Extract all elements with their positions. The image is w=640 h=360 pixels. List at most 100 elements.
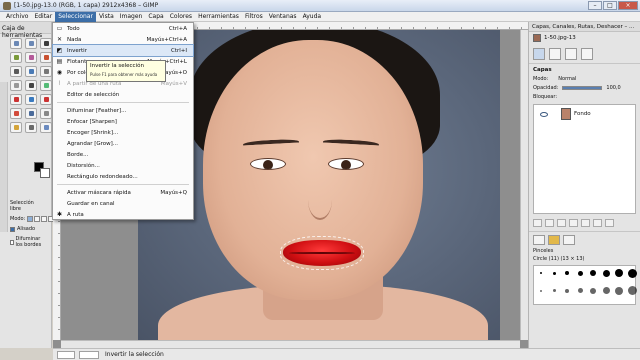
raise-layer-icon[interactable] <box>545 219 554 227</box>
background-color-swatch[interactable] <box>40 168 50 178</box>
feather-row[interactable]: Difuminar los bordes <box>0 234 52 250</box>
menu-capa[interactable]: Capa <box>145 12 166 22</box>
brush-swatch[interactable] <box>627 268 637 278</box>
measure-tool-icon[interactable] <box>10 80 22 91</box>
feather-checkbox[interactable] <box>10 239 14 245</box>
select-menu-item[interactable]: Borde... <box>53 149 193 160</box>
zoom-select[interactable] <box>79 350 99 359</box>
brush-swatch[interactable] <box>588 268 598 278</box>
opacity-slider[interactable] <box>562 85 603 90</box>
layer-row[interactable]: Fondo <box>534 107 635 121</box>
brush-swatch[interactable] <box>575 286 585 296</box>
brush-swatch[interactable] <box>575 268 585 278</box>
unit-select[interactable] <box>57 350 75 359</box>
layers-tab-icon[interactable] <box>533 48 545 60</box>
menu-ayuda[interactable]: Ayuda <box>300 12 325 22</box>
select-menu-item[interactable]: Difuminar [Feather]... <box>53 105 193 116</box>
menu-vista[interactable]: Vista <box>96 12 117 22</box>
select-menu-item[interactable]: ◩ Invertir Ctrl+I <box>52 44 194 57</box>
channels-tab-icon[interactable] <box>549 48 561 60</box>
undo-tab-icon[interactable] <box>581 48 593 60</box>
vertical-scrollbar[interactable] <box>520 30 528 340</box>
free-select-tool-icon[interactable] <box>40 38 52 49</box>
anchor-layer-icon[interactable] <box>581 219 590 227</box>
menu-herramientas[interactable]: Herramientas <box>195 12 242 22</box>
text-tool-icon[interactable] <box>10 122 22 133</box>
delete-layer-icon[interactable] <box>605 219 614 227</box>
paths-tab-icon[interactable] <box>565 48 577 60</box>
maximize-button[interactable]: □ <box>603 1 617 10</box>
image-selector[interactable]: 1-50.jpg-13 <box>529 32 640 44</box>
select-menu-item[interactable]: Activar máscara rápida Mayús+Q <box>53 187 193 198</box>
opacity-value[interactable]: 100,0 <box>606 85 620 91</box>
menu-seleccionar[interactable]: Seleccionar <box>55 11 96 22</box>
layer-mode-select[interactable]: Normal <box>558 76 576 82</box>
visibility-eye-icon[interactable] <box>540 111 548 117</box>
select-menu-item[interactable]: Enfocar [Sharpen] <box>53 116 193 127</box>
brush-swatch[interactable] <box>627 286 637 296</box>
duplicate-layer-icon[interactable] <box>569 219 578 227</box>
scale-tool-icon[interactable] <box>40 94 52 105</box>
close-button[interactable]: × <box>618 1 638 10</box>
select-menu-item[interactable]: Guardar en canal <box>53 198 193 209</box>
select-menu-item[interactable]: Agrandar [Grow]... <box>53 138 193 149</box>
brush-swatch[interactable] <box>614 268 624 278</box>
menu-archivo[interactable]: Archivo <box>3 12 31 22</box>
menu-filtros[interactable]: Filtros <box>242 12 266 22</box>
select-menu-item[interactable]: Encoger [Shrink]... <box>53 127 193 138</box>
blend-tool-icon[interactable] <box>40 122 52 133</box>
zoom-tool-icon[interactable] <box>40 66 52 77</box>
color-select-tool-icon[interactable] <box>25 52 37 63</box>
shear-tool-icon[interactable] <box>10 108 22 119</box>
layers-list[interactable]: Fondo <box>533 104 636 214</box>
brush-swatch[interactable] <box>562 286 572 296</box>
select-menu-item[interactable]: Distorsión... <box>53 160 193 171</box>
mode-replace-icon[interactable] <box>27 216 34 222</box>
mode-subtract-icon[interactable] <box>41 216 48 222</box>
ellipse-select-tool-icon[interactable] <box>25 38 37 49</box>
rotate-tool-icon[interactable] <box>25 94 37 105</box>
brush-swatch[interactable] <box>536 286 546 296</box>
menu-colores[interactable]: Colores <box>167 12 195 22</box>
mask-layer-icon[interactable] <box>593 219 602 227</box>
select-menu-item[interactable]: ▭ Todo Ctrl+A <box>53 23 193 34</box>
menu-editar[interactable]: Editar <box>31 12 55 22</box>
brushes-tab-icon[interactable] <box>533 235 545 245</box>
color-picker-tool-icon[interactable] <box>25 66 37 77</box>
brush-swatch[interactable] <box>549 268 559 278</box>
select-menu-item[interactable]: Editor de selección <box>53 89 193 100</box>
select-menu-item[interactable]: ✱ A ruta <box>53 209 193 220</box>
rect-select-tool-icon[interactable] <box>10 38 22 49</box>
new-layer-icon[interactable] <box>533 219 542 227</box>
paths-tool-icon[interactable] <box>10 66 22 77</box>
brushes-grid[interactable] <box>533 265 637 305</box>
bucket-fill-tool-icon[interactable] <box>25 122 37 133</box>
perspective-tool-icon[interactable] <box>25 108 37 119</box>
antialias-checkbox[interactable] <box>10 226 15 232</box>
gradients-tab-icon[interactable] <box>563 235 575 245</box>
brush-swatch[interactable] <box>549 286 559 296</box>
menu-imagen[interactable]: Imagen <box>117 12 146 22</box>
antialias-row[interactable]: Alisado <box>0 224 52 234</box>
horizontal-scrollbar[interactable] <box>61 340 520 348</box>
scissors-tool-icon[interactable] <box>40 52 52 63</box>
flip-tool-icon[interactable] <box>40 108 52 119</box>
align-tool-icon[interactable] <box>40 80 52 91</box>
select-menu-item[interactable]: ✕ Nada Mayús+Ctrl+A <box>53 34 193 45</box>
brush-swatch[interactable] <box>536 268 546 278</box>
lower-layer-icon[interactable] <box>557 219 566 227</box>
brush-swatch[interactable] <box>562 268 572 278</box>
fg-bg-colors[interactable] <box>34 162 50 178</box>
brush-swatch[interactable] <box>614 286 624 296</box>
patterns-tab-icon[interactable] <box>548 235 560 245</box>
brush-swatch[interactable] <box>601 286 611 296</box>
fuzzy-select-tool-icon[interactable] <box>10 52 22 63</box>
menu-ventanas[interactable]: Ventanas <box>266 12 300 22</box>
brush-swatch[interactable] <box>601 268 611 278</box>
brush-swatch[interactable] <box>588 286 598 296</box>
move-tool-icon[interactable] <box>25 80 37 91</box>
minimize-button[interactable]: – <box>588 1 602 10</box>
mode-add-icon[interactable] <box>34 216 41 222</box>
select-menu-item[interactable]: Rectángulo redondeado... <box>53 171 193 182</box>
crop-tool-icon[interactable] <box>10 94 22 105</box>
